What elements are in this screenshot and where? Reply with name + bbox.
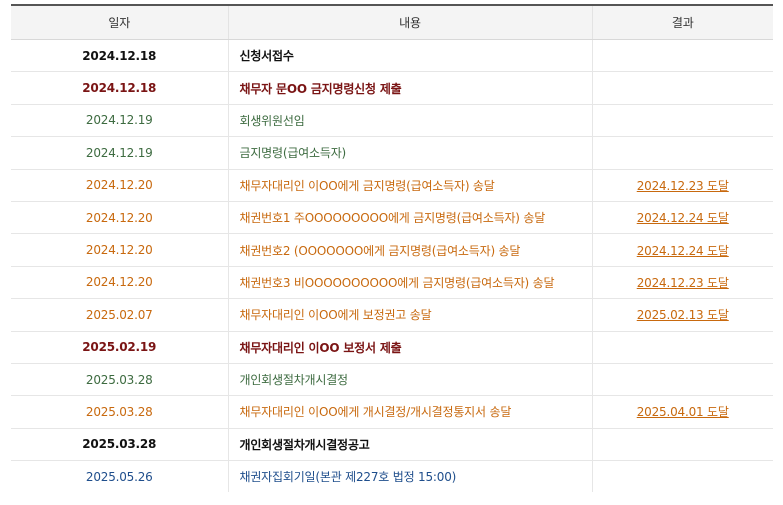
row-result: 2024.12.23 도달 bbox=[592, 169, 773, 202]
row-content: 채권번호3 비OOOOOOOOOO에게 금지명령(급여소득자) 송달 bbox=[228, 266, 593, 300]
row-date: 2024.12.20 bbox=[11, 233, 229, 267]
table-row: 2024.12.20 채무자대리인 이OO에게 금지명령(급여소득자) 송달 202… bbox=[11, 169, 773, 202]
row-date: 2025.03.28 bbox=[11, 395, 229, 429]
row-content: 채권번호1 주OOOOOOOOO에게 금지명령(급여소득자) 송달 bbox=[228, 201, 593, 235]
row-result: 2024.12.24 도달 bbox=[592, 233, 773, 267]
row-result bbox=[592, 104, 773, 138]
table-row: 2024.12.19 금지명령(급여소득자) bbox=[11, 136, 773, 170]
row-content: 채권번호2 (OOOOOOO에게 금지명령(급여소득자) 송달 bbox=[228, 233, 593, 267]
table-row: 2024.12.20 채권번호1 주OOOOOOOOO에게 금지명령(급여소득자)… bbox=[11, 201, 773, 235]
row-date: 2024.12.20 bbox=[11, 266, 229, 300]
row-result bbox=[592, 136, 773, 170]
header-row: 일자 내용 결과 bbox=[11, 4, 773, 40]
row-result: 2024.12.23 도달 bbox=[592, 266, 773, 300]
row-content: 채무자 문OO 금지명령신청 제출 bbox=[228, 71, 593, 105]
row-content: 채무자대리인 이OO에게 금지명령(급여소득자) 송달 bbox=[228, 169, 593, 202]
case-history-table: 일자 내용 결과 2024.12.18 신청서접수 2024.12.18 채무자 문O… bbox=[11, 4, 773, 493]
row-content: 회생위원선임 bbox=[228, 104, 593, 138]
row-content: 채무자대리인 이OO 보정서 제출 bbox=[228, 331, 593, 364]
row-date: 2025.03.28 bbox=[11, 428, 229, 462]
table-row: 2025.03.28 채무자대리인 이OO에게 개시결정/개시결정통지서 송달 20… bbox=[11, 395, 773, 429]
row-content: 채권자집회기일(본관 제227호 법정 15:00) bbox=[228, 460, 593, 493]
row-date: 2024.12.19 bbox=[11, 136, 229, 170]
delivery-result-link[interactable]: 2024.12.23 도달 bbox=[637, 179, 729, 193]
delivery-result-link[interactable]: 2025.02.13 도달 bbox=[637, 308, 729, 322]
table-row: 2024.12.18 채무자 문OO 금지명령신청 제출 bbox=[11, 71, 773, 105]
table-header: 일자 내용 결과 bbox=[11, 4, 773, 40]
row-result bbox=[592, 461, 773, 493]
row-content: 신청서접수 bbox=[228, 39, 593, 73]
row-date: 2025.03.28 bbox=[11, 363, 229, 397]
row-date: 2025.02.19 bbox=[11, 331, 229, 364]
header-content: 내용 bbox=[228, 4, 593, 40]
table-row: 2025.02.19 채무자대리인 이OO 보정서 제출 bbox=[11, 331, 773, 364]
table-row: 2025.05.26 채권자집회기일(본관 제227호 법정 15:00) bbox=[11, 460, 773, 493]
row-date: 2024.12.18 bbox=[11, 39, 229, 73]
row-result bbox=[592, 363, 773, 397]
row-date: 2024.12.20 bbox=[11, 201, 229, 235]
delivery-result-link[interactable]: 2024.12.24 도달 bbox=[637, 244, 729, 258]
table-row: 2025.03.28 개인회생절차개시결정공고 bbox=[11, 428, 773, 462]
row-content: 개인회생절차개시결정공고 bbox=[228, 428, 593, 462]
row-date: 2025.05.26 bbox=[11, 460, 229, 493]
row-date: 2024.12.19 bbox=[11, 104, 229, 138]
row-content: 개인회생절차개시결정 bbox=[228, 363, 593, 397]
header-date: 일자 bbox=[11, 4, 229, 40]
table-body: 2024.12.18 신청서접수 2024.12.18 채무자 문OO 금지명령신청 … bbox=[11, 39, 773, 493]
row-result: 2025.02.13 도달 bbox=[592, 298, 773, 332]
delivery-result-link[interactable]: 2024.12.23 도달 bbox=[637, 276, 729, 290]
row-date: 2025.02.07 bbox=[11, 298, 229, 332]
table-row: 2024.12.20 채권번호3 비OOOOOOOOOO에게 금지명령(급여소득자… bbox=[11, 266, 773, 300]
row-result: 2024.12.24 도달 bbox=[592, 201, 773, 235]
table-row: 2025.03.28 개인회생절차개시결정 bbox=[11, 363, 773, 397]
row-result bbox=[592, 331, 773, 364]
row-result: 2025.04.01 도달 bbox=[592, 395, 773, 429]
delivery-result-link[interactable]: 2024.12.24 도달 bbox=[637, 211, 729, 225]
row-content: 채무자대리인 이OO에게 보정권고 송달 bbox=[228, 298, 593, 332]
row-date: 2024.12.18 bbox=[11, 71, 229, 105]
table-row: 2024.12.19 회생위원선임 bbox=[11, 104, 773, 138]
row-result bbox=[592, 71, 773, 105]
row-content: 채무자대리인 이OO에게 개시결정/개시결정통지서 송달 bbox=[228, 395, 593, 429]
delivery-result-link[interactable]: 2025.04.01 도달 bbox=[637, 405, 729, 419]
header-result: 결과 bbox=[592, 4, 773, 40]
table-row: 2025.02.07 채무자대리인 이OO에게 보정권고 송달 2025.02.13… bbox=[11, 298, 773, 332]
case-history-table-wrapper: 일자 내용 결과 2024.12.18 신청서접수 2024.12.18 채무자 문O… bbox=[11, 4, 773, 493]
row-content: 금지명령(급여소득자) bbox=[228, 136, 593, 170]
row-result bbox=[592, 39, 773, 73]
table-row: 2024.12.20 채권번호2 (OOOOOOO에게 금지명령(급여소득자) 송… bbox=[11, 233, 773, 267]
row-date: 2024.12.20 bbox=[11, 169, 229, 202]
table-row: 2024.12.18 신청서접수 bbox=[11, 39, 773, 73]
row-result bbox=[592, 428, 773, 462]
